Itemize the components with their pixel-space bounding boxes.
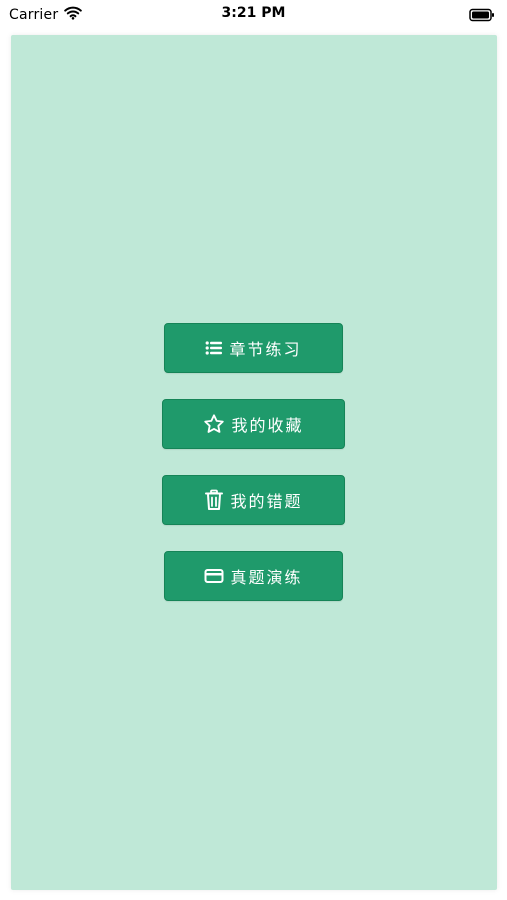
main-panel bbox=[11, 35, 497, 890]
clock-time: 3:21 PM bbox=[221, 5, 286, 21]
list-icon bbox=[205, 340, 223, 356]
my-favorites-label: 我的收藏 bbox=[231, 416, 304, 435]
status-bar: Carrier 3:21 PM bbox=[0, 0, 507, 30]
my-favorites-button[interactable]: 我的收藏 bbox=[162, 399, 345, 449]
past-exam-practice-label: 真题演练 bbox=[230, 568, 303, 587]
chapter-practice-label: 章节练习 bbox=[229, 340, 302, 359]
star-icon bbox=[203, 413, 225, 435]
chapter-practice-button[interactable]: 章节练习 bbox=[164, 323, 343, 373]
battery-icon bbox=[469, 7, 495, 26]
past-exam-practice-button[interactable]: 真题演练 bbox=[164, 551, 343, 601]
trash-icon bbox=[204, 489, 224, 511]
my-mistakes-label: 我的错题 bbox=[230, 492, 303, 511]
my-mistakes-button[interactable]: 我的错题 bbox=[162, 475, 345, 525]
card-icon bbox=[204, 568, 224, 584]
